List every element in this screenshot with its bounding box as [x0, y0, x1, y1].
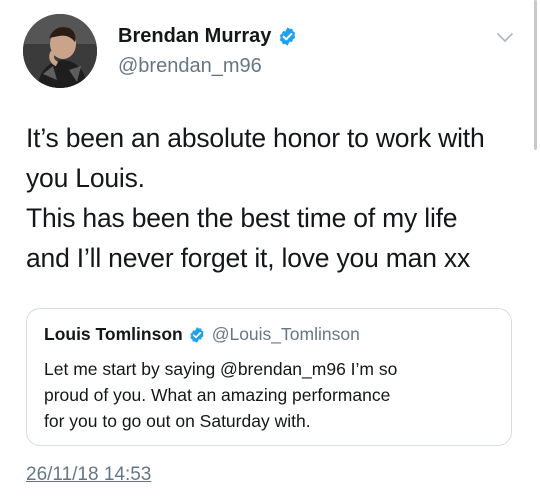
- quoted-tweet-line: proud of you. What an amazing performanc…: [44, 385, 391, 405]
- author-handle[interactable]: @brendan_m96: [118, 55, 262, 78]
- quoted-author-handle[interactable]: @Louis_Tomlinson: [212, 324, 360, 345]
- quoted-tweet-header: Louis Tomlinson @Louis_Tomlinson: [44, 324, 360, 345]
- author-name-text[interactable]: Brendan Murray: [118, 25, 271, 48]
- quoted-tweet-body: Let me start by saying @brendan_m96 I’m …: [44, 356, 504, 434]
- verified-badge-icon: [277, 26, 298, 47]
- tweet-line: and I’ll never forget it, love you man x…: [26, 243, 470, 273]
- tweet-line: you Louis.: [26, 163, 145, 193]
- quoted-tweet-line: Let me start by saying @brendan_m96 I’m …: [44, 359, 398, 379]
- verified-badge-icon: [188, 326, 206, 344]
- avatar[interactable]: [23, 14, 97, 88]
- scrollbar[interactable]: [534, 0, 537, 150]
- quoted-tweet[interactable]: Louis Tomlinson @Louis_Tomlinson Let me …: [26, 308, 512, 446]
- quoted-tweet-line: for you to go out on Saturday with.: [44, 411, 311, 431]
- quoted-author-name[interactable]: Louis Tomlinson: [44, 324, 183, 345]
- chevron-down-icon[interactable]: [494, 26, 516, 48]
- author-display-name[interactable]: Brendan Murray: [118, 25, 298, 48]
- tweet-timestamp[interactable]: 26/11/18 14:53: [26, 464, 151, 486]
- tweet-card: Brendan Murray @brendan_m96 It’s been an…: [0, 0, 540, 504]
- tweet-line: It’s been an absolute honor to work with: [26, 123, 485, 153]
- tweet-line: This has been the best time of my life: [26, 203, 458, 233]
- tweet-body: It’s been an absolute honor to work with…: [26, 118, 526, 278]
